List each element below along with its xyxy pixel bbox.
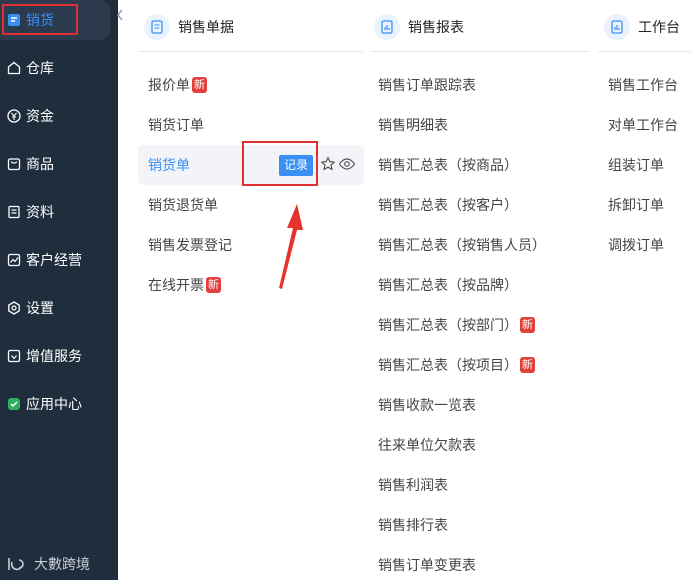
menu-item-label: 在线开票 xyxy=(148,277,204,293)
sidebar-item-funds[interactable]: 资金 xyxy=(0,96,118,136)
column-header-sales-reports: 销售报表 xyxy=(374,10,464,44)
menu-item-label: 销售汇总表（按客户） xyxy=(378,197,518,213)
column-title: 销售单据 xyxy=(178,19,234,35)
brand-logo: 大數跨境 xyxy=(6,554,90,574)
report-chart-icon xyxy=(374,14,400,40)
sidebar-item-label: 设置 xyxy=(26,300,54,316)
menu-item-assembly-order[interactable]: 组装订单 xyxy=(608,145,664,185)
app-center-icon xyxy=(6,396,22,412)
sidebar-item-label: 应用中心 xyxy=(26,396,82,412)
goods-bag-icon xyxy=(6,156,22,172)
menu-item-profit[interactable]: 销售利润表 xyxy=(378,465,448,505)
menu-item-summary-by-customer[interactable]: 销售汇总表（按客户） xyxy=(378,185,518,225)
menu-item-quotation[interactable]: 报价单 新 xyxy=(148,65,207,105)
menu-item-order-tracking[interactable]: 销售订单跟踪表 xyxy=(378,65,476,105)
sidebar-item-label: 增值服务 xyxy=(26,348,82,364)
star-icon[interactable] xyxy=(320,156,336,172)
report-chart-icon xyxy=(604,14,630,40)
yen-coin-icon xyxy=(6,108,22,124)
menu-item-label: 销售工作台 xyxy=(608,77,678,93)
column-title: 工作台 xyxy=(638,19,680,35)
column-header-workbench: 工作台 xyxy=(604,10,680,44)
menu-item-label: 销售汇总表（按商品） xyxy=(378,157,518,173)
eye-icon[interactable] xyxy=(338,156,356,172)
menu-item-label: 销售汇总表（按部门） xyxy=(378,317,518,333)
menu-item-sales-invoice[interactable]: 销货单 xyxy=(148,145,190,185)
menu-item-label: 拆卸订单 xyxy=(608,197,664,213)
menu-item-summary-by-project[interactable]: 销售汇总表（按项目） 新 xyxy=(378,345,535,385)
menu-item-transfer-order[interactable]: 调拨订单 xyxy=(608,225,664,265)
document-icon xyxy=(144,14,170,40)
menu-item-summary-by-brand[interactable]: 销售汇总表（按品牌） xyxy=(378,265,518,305)
divider xyxy=(370,51,590,52)
menu-item-label: 销售利润表 xyxy=(378,477,448,493)
new-badge: 新 xyxy=(520,357,535,373)
sidebar-item-label: 资料 xyxy=(26,204,54,220)
menu-item-label: 销货订单 xyxy=(148,117,204,133)
menu-item-label: 销售订单变更表 xyxy=(378,557,476,573)
menu-item-reconcile-workbench[interactable]: 对单工作台 xyxy=(608,105,678,145)
menu-item-label: 销售发票登记 xyxy=(148,237,232,253)
menu-item-label: 销售排行表 xyxy=(378,517,448,533)
sidebar-item-goods[interactable]: 商品 xyxy=(0,144,118,184)
menu-item-label: 销售明细表 xyxy=(378,117,448,133)
sidebar-item-settings[interactable]: 设置 xyxy=(0,288,118,328)
menu-item-label: 组装订单 xyxy=(608,157,664,173)
sidebar-item-label: 仓库 xyxy=(26,60,54,76)
menu-item-sales-return[interactable]: 销货退货单 xyxy=(148,185,218,225)
sidebar-item-label: 商品 xyxy=(26,156,54,172)
menu-item-summary-by-department[interactable]: 销售汇总表（按部门） 新 xyxy=(378,305,535,345)
menu-item-label: 销货单 xyxy=(148,157,190,173)
menu-item-summary-by-salesperson[interactable]: 销售汇总表（按销售人员） xyxy=(378,225,546,265)
highlight-frame-record xyxy=(242,141,318,186)
sidebar-item-customer[interactable]: 客户经营 xyxy=(0,240,118,280)
sidebar-item-value-added[interactable]: 增值服务 xyxy=(0,336,118,376)
menu-item-receipts-overview[interactable]: 销售收款一览表 xyxy=(378,385,476,425)
sidebar-item-app-center[interactable]: 应用中心 xyxy=(0,384,118,424)
menu-item-sales-order[interactable]: 销货订单 xyxy=(148,105,204,145)
new-badge: 新 xyxy=(192,77,207,93)
menu-item-online-invoicing[interactable]: 在线开票 新 xyxy=(148,265,221,305)
column-title: 销售报表 xyxy=(408,19,464,35)
new-badge: 新 xyxy=(206,277,221,293)
collapse-chevron-icon[interactable] xyxy=(116,8,124,24)
menu-item-label: 报价单 xyxy=(148,77,190,93)
divider xyxy=(138,51,364,52)
menu-item-sales-workbench[interactable]: 销售工作台 xyxy=(608,65,678,105)
menu-item-ranking[interactable]: 销售排行表 xyxy=(378,505,448,545)
menu-item-label: 销售汇总表（按品牌） xyxy=(378,277,518,293)
value-added-icon xyxy=(6,348,22,364)
menu-item-label: 销售订单跟踪表 xyxy=(378,77,476,93)
highlight-frame-sidebar xyxy=(2,4,78,35)
menu-item-invoice-registration[interactable]: 销售发票登记 xyxy=(148,225,232,265)
menu-item-label: 销售汇总表（按销售人员） xyxy=(378,237,546,253)
menu-item-sales-detail[interactable]: 销售明细表 xyxy=(378,105,448,145)
menu-item-label: 销售汇总表（按项目） xyxy=(378,357,518,373)
sidebar-item-data[interactable]: 资料 xyxy=(0,192,118,232)
menu-item-label: 销货退货单 xyxy=(148,197,218,213)
warehouse-icon xyxy=(6,60,22,76)
annotation-arrow xyxy=(274,200,304,292)
column-header-sales-documents: 销售单据 xyxy=(144,10,234,44)
settings-icon xyxy=(6,300,22,316)
new-badge: 新 xyxy=(520,317,535,333)
menu-item-disassembly-order[interactable]: 拆卸订单 xyxy=(608,185,664,225)
brand-logo-icon xyxy=(6,556,28,572)
document-icon xyxy=(6,204,22,220)
sidebar: 销货 仓库 资金 商品 资料 客户经营 设置 增值服务 应用中心 大數跨境 xyxy=(0,0,118,580)
menu-item-label: 调拨订单 xyxy=(608,237,664,253)
sidebar-item-warehouse[interactable]: 仓库 xyxy=(0,48,118,88)
sidebar-item-label: 客户经营 xyxy=(26,252,82,268)
menu-item-arrears[interactable]: 往来单位欠款表 xyxy=(378,425,476,465)
menu-item-label: 对单工作台 xyxy=(608,117,678,133)
divider xyxy=(598,51,692,52)
menu-item-label: 销售收款一览表 xyxy=(378,397,476,413)
trend-chart-icon xyxy=(6,252,22,268)
sidebar-item-label: 资金 xyxy=(26,108,54,124)
menu-item-label: 往来单位欠款表 xyxy=(378,437,476,453)
menu-item-order-changes[interactable]: 销售订单变更表 xyxy=(378,545,476,580)
submenu-panel: 销售单据 销售报表 工作台 报价单 新 销货订单 销货单 销货退货单 销售发票登… xyxy=(124,0,692,580)
menu-item-summary-by-product[interactable]: 销售汇总表（按商品） xyxy=(378,145,518,185)
brand-logo-text: 大數跨境 xyxy=(34,556,90,572)
